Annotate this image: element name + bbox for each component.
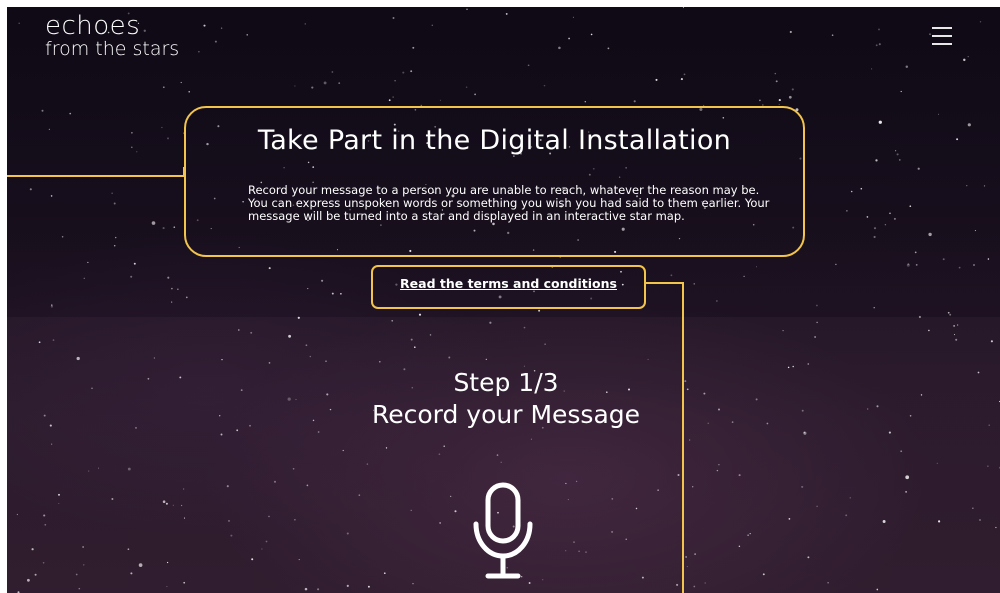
terms-and-conditions-link[interactable]: Read the terms and conditions — [373, 276, 644, 291]
logo-subtitle: from the stars — [45, 38, 180, 60]
connector-line-right-vertical — [682, 282, 684, 593]
site-logo[interactable]: echoes from the stars — [45, 13, 179, 59]
intro-card: Take Part in the Digital Installation Re… — [184, 106, 805, 257]
intro-title: Take Part in the Digital Installation — [257, 125, 732, 156]
step-number: Step 1/3 — [453, 368, 559, 397]
intro-description: Record your message to a person you are … — [248, 183, 770, 223]
microphone-icon[interactable] — [470, 480, 542, 588]
connector-line-left — [7, 175, 185, 177]
step-heading: Step 1/3 Record your Message — [300, 367, 712, 431]
connector-line-right-horizontal — [646, 282, 684, 284]
logo-title: echoes — [45, 11, 141, 41]
step-title: Record your Message — [371, 400, 641, 429]
hamburger-menu-icon[interactable] — [932, 27, 954, 47]
terms-button-frame: Read the terms and conditions — [371, 265, 646, 309]
